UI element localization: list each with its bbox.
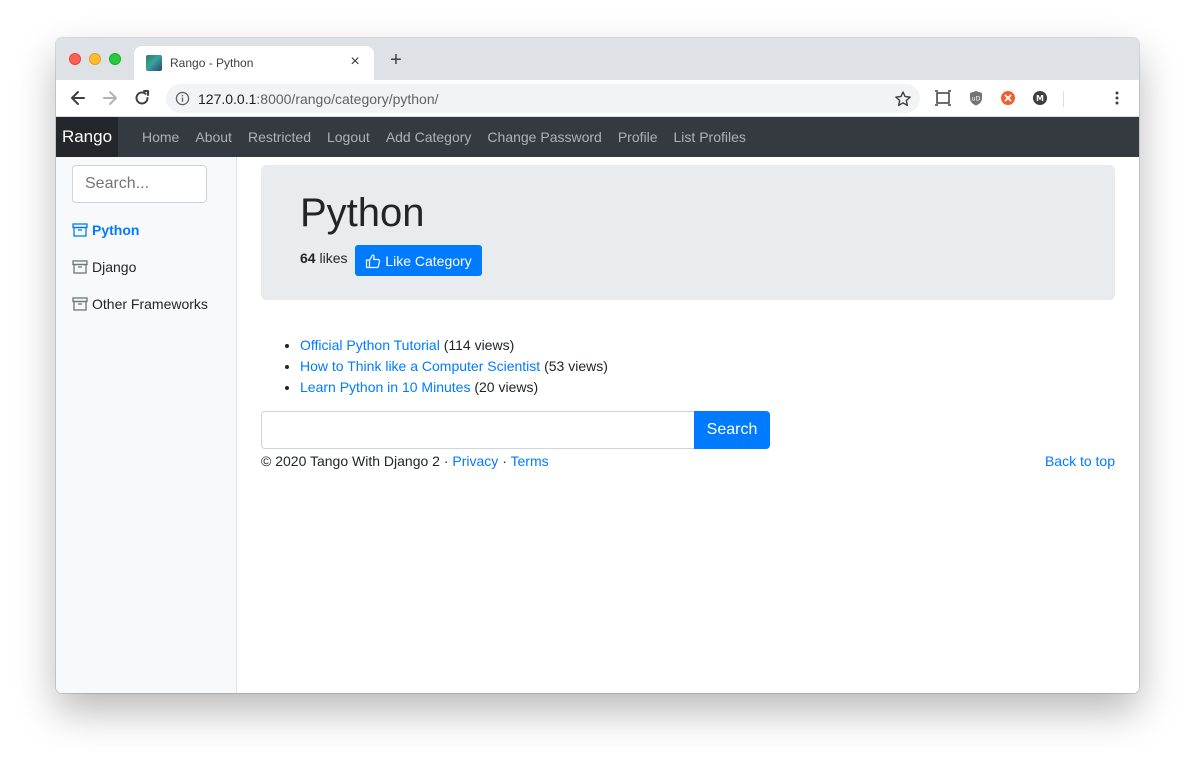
tab-rango-python[interactable]: Rango - Python × [134, 46, 374, 80]
ublock-extension-icon[interactable]: uD [968, 90, 984, 106]
sidebar-item-label: Other Frameworks [92, 296, 208, 312]
sidebar-item-other-frameworks[interactable]: Other Frameworks [72, 294, 208, 314]
copyright-text: © 2020 Tango With Django 2 · [261, 453, 453, 469]
forward-arrow-icon[interactable] [100, 88, 120, 108]
sidebar-item-django[interactable]: Django [72, 257, 136, 277]
new-tab-button[interactable]: + [386, 50, 406, 70]
sidebar-item-label: Python [92, 222, 140, 238]
minimize-window-button[interactable] [89, 53, 101, 65]
category-header: Python 64 likes Like Category [261, 165, 1115, 300]
sidebar-search-input[interactable] [72, 165, 207, 203]
page-viewport: Rango Home About Restricted Logout Add C… [56, 117, 1139, 693]
search-input[interactable] [261, 411, 695, 449]
likes-label: likes [319, 250, 348, 266]
nav-link-profile[interactable]: Profile [618, 117, 658, 157]
archive-icon [72, 297, 88, 311]
favicon-icon [146, 55, 162, 71]
list-item: How to Think like a Computer Scientist (… [300, 356, 608, 377]
page-views: (53 views) [544, 358, 608, 374]
page-link[interactable]: How to Think like a Computer Scientist [300, 358, 540, 374]
page-list: Official Python Tutorial (114 views) How… [300, 335, 608, 398]
browser-toolbar: 127.0.0.1:8000/rango/category/python/ uD… [56, 80, 1139, 117]
screenshot-extension-icon[interactable] [935, 90, 951, 106]
svg-text:uD: uD [972, 96, 981, 103]
nav-link-list-profiles[interactable]: List Profiles [674, 117, 746, 157]
maximize-window-button[interactable] [109, 53, 121, 65]
nav-link-restricted[interactable]: Restricted [248, 117, 311, 157]
orange-extension-icon[interactable] [1000, 90, 1016, 106]
reload-icon[interactable] [132, 88, 152, 108]
thumbs-up-icon [366, 253, 381, 268]
search-button[interactable]: Search [694, 411, 770, 449]
back-arrow-icon[interactable] [68, 88, 88, 108]
tab-strip: Rango - Python × + [56, 38, 1139, 80]
site-navbar: Rango Home About Restricted Logout Add C… [56, 117, 1139, 157]
list-item: Official Python Tutorial (114 views) [300, 335, 608, 356]
close-window-button[interactable] [69, 53, 81, 65]
bookmark-star-icon[interactable] [894, 90, 912, 108]
nav-link-logout[interactable]: Logout [327, 117, 370, 157]
like-category-button[interactable]: Like Category [355, 245, 482, 276]
page-views: (20 views) [474, 379, 539, 395]
sidebar-item-python[interactable]: Python [72, 220, 139, 240]
page-link[interactable]: Official Python Tutorial [300, 337, 440, 353]
url-text: 127.0.0.1:8000/rango/category/python/ [198, 91, 439, 107]
footer-copyright: © 2020 Tango With Django 2 · Privacy · T… [261, 453, 549, 469]
svg-text:M: M [1036, 94, 1044, 103]
like-button-label: Like Category [385, 252, 472, 269]
nav-link-change-password[interactable]: Change Password [487, 117, 601, 157]
main-content: Python 64 likes Like Category Official P… [237, 157, 1139, 693]
nav-link-home[interactable]: Home [142, 117, 179, 157]
site-info-icon[interactable] [175, 91, 190, 106]
terms-link[interactable]: Terms [511, 453, 549, 469]
address-bar[interactable]: 127.0.0.1:8000/rango/category/python/ [166, 84, 920, 113]
nav-link-add-category[interactable]: Add Category [386, 117, 472, 157]
browser-menu-icon[interactable] [1109, 90, 1125, 106]
nav-link-about[interactable]: About [195, 117, 232, 157]
page-views: (114 views) [443, 337, 515, 353]
archive-icon [72, 260, 88, 274]
category-title: Python [300, 191, 425, 235]
m-extension-icon[interactable]: M [1032, 90, 1048, 106]
likes-count: 64 likes [300, 250, 347, 266]
sidebar-item-label: Django [92, 259, 137, 275]
back-to-top-link[interactable]: Back to top [1045, 453, 1115, 469]
privacy-link[interactable]: Privacy [452, 453, 498, 469]
nav-links: Home About Restricted Logout Add Categor… [142, 117, 762, 157]
tab-title: Rango - Python [170, 56, 254, 70]
footer-separator: · [498, 453, 511, 469]
toolbar-divider [1063, 91, 1064, 107]
brand-link[interactable]: Rango [56, 117, 118, 157]
list-item: Learn Python in 10 Minutes (20 views) [300, 377, 608, 398]
tab-close-icon[interactable]: × [346, 53, 364, 71]
likes-number: 64 [300, 250, 316, 266]
browser-window: Rango - Python × + 127.0.0.1:8000/rango/… [56, 38, 1139, 693]
page-link[interactable]: Learn Python in 10 Minutes [300, 379, 470, 395]
archive-icon [72, 223, 88, 237]
category-sidebar: Python Django Other Frameworks [56, 157, 237, 693]
